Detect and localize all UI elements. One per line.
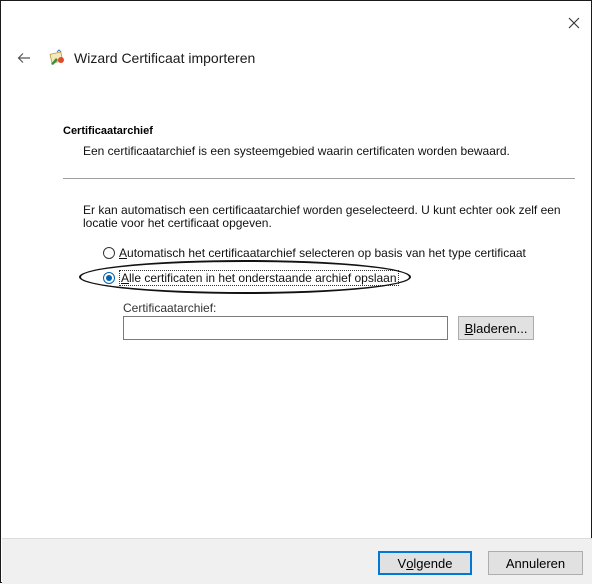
- window-title: Wizard Certificaat importeren: [74, 50, 256, 66]
- radio-auto-indicator[interactable]: [103, 247, 115, 259]
- store-label: Certificaatarchief:: [123, 301, 217, 315]
- browse-accel: B: [464, 320, 474, 336]
- next-label-rest: lgende: [413, 555, 453, 571]
- radio-auto-label-text: utomatisch het certificaatarchief select…: [127, 246, 526, 260]
- intro-text: Er kan automatisch een certificaatarchie…: [83, 203, 561, 230]
- next-button[interactable]: Vo lgende: [378, 551, 472, 575]
- store-input[interactable]: [123, 316, 448, 340]
- wizard-window: Wizard Certificaat importeren Certificaa…: [0, 0, 592, 584]
- certificate-icon: [49, 49, 64, 65]
- highlight-oval: [79, 260, 411, 294]
- back-arrow-icon: [17, 53, 30, 63]
- section-heading: Certificaatarchief: [63, 125, 153, 137]
- radio-auto-accel: A: [119, 246, 128, 260]
- radio-auto-select[interactable]: Automatisch het certificaatarchief selec…: [103, 246, 526, 260]
- divider: [63, 178, 575, 179]
- close-icon: [568, 17, 580, 29]
- cancel-button[interactable]: Annuleren: [488, 551, 583, 575]
- next-label-pre: V: [397, 555, 407, 571]
- radio-auto-label: Automatisch het certificaatarchief selec…: [119, 246, 526, 260]
- back-button[interactable]: [15, 49, 33, 67]
- browse-label: laderen...: [473, 320, 528, 336]
- close-button[interactable]: [562, 11, 586, 35]
- next-accel: o: [406, 555, 414, 571]
- section-description: Een certificaatarchief is een systeemgeb…: [83, 144, 510, 158]
- browse-button[interactable]: Bladeren...: [458, 316, 534, 340]
